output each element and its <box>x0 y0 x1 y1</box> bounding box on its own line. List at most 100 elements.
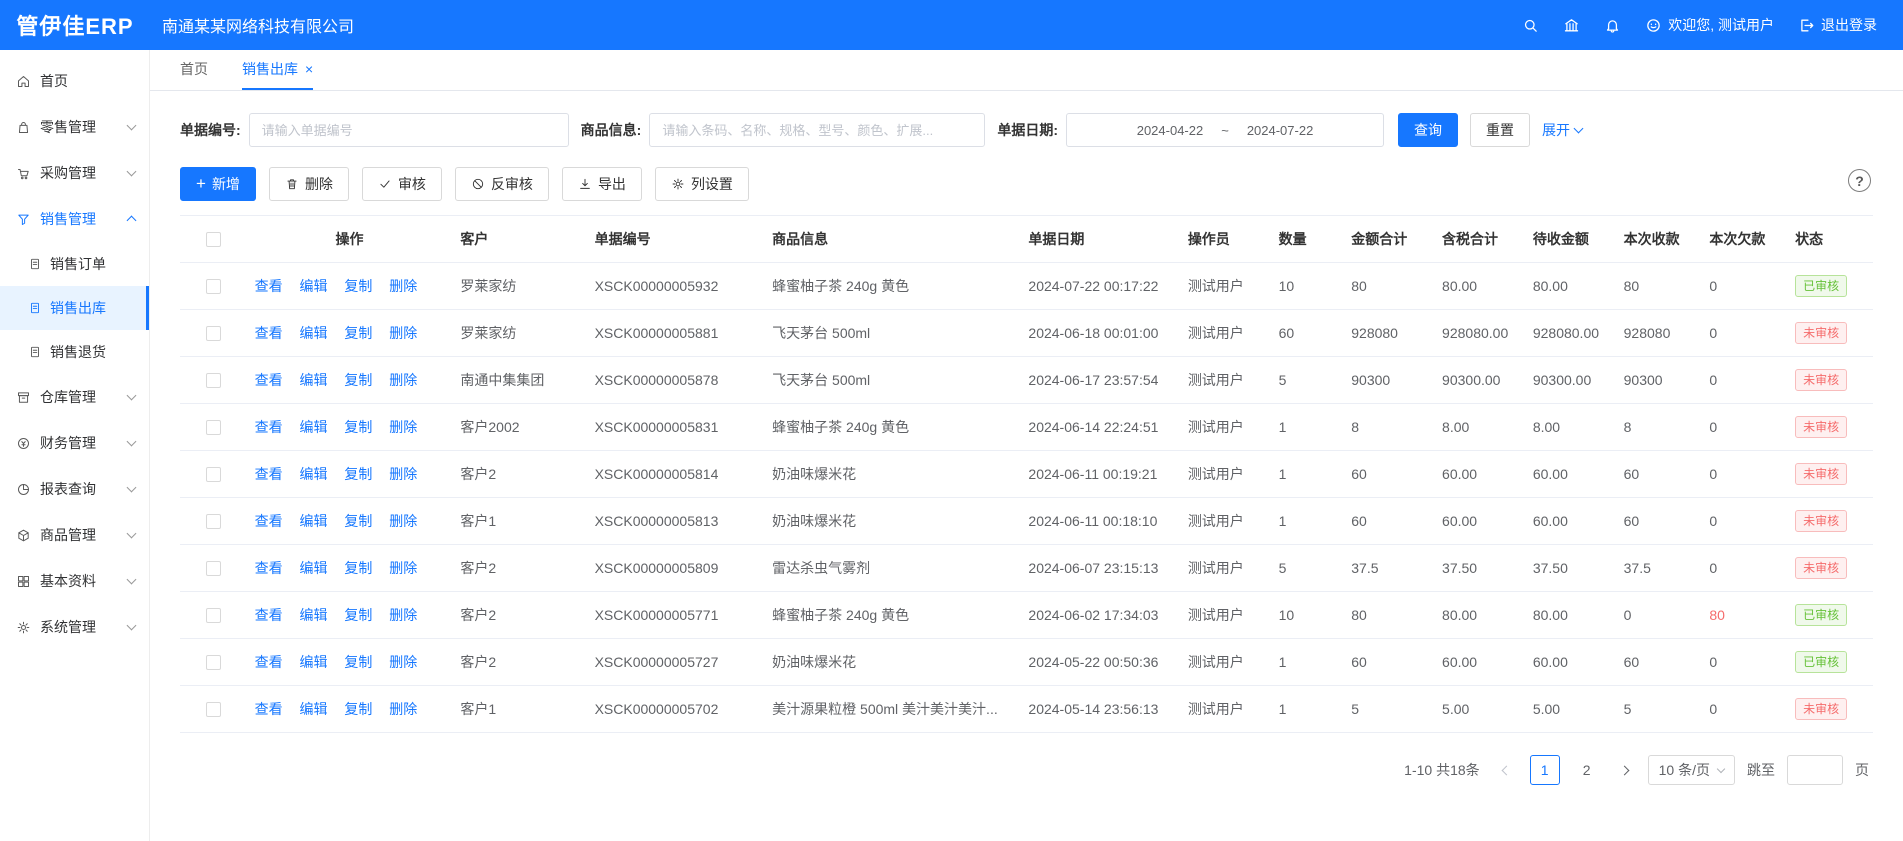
row-checkbox[interactable] <box>206 655 221 670</box>
column-settings-button[interactable]: 列设置 <box>655 167 749 201</box>
sidebar-item-purchase[interactable]: 采购管理 <box>0 150 149 196</box>
delete-link[interactable]: 删除 <box>389 560 417 576</box>
close-icon[interactable]: × <box>305 62 313 76</box>
delete-link[interactable]: 删除 <box>389 466 417 482</box>
copy-link[interactable]: 复制 <box>344 278 372 294</box>
date-start[interactable]: 2024-04-22 <box>1137 123 1204 138</box>
delete-link[interactable]: 删除 <box>389 513 417 529</box>
sidebar-item-home[interactable]: 首页 <box>0 58 149 104</box>
row-checkbox[interactable] <box>206 561 221 576</box>
copy-link[interactable]: 复制 <box>344 325 372 341</box>
delete-link[interactable]: 删除 <box>389 654 417 670</box>
delete-link[interactable]: 删除 <box>389 325 417 341</box>
copy-link[interactable]: 复制 <box>344 466 372 482</box>
logout-button[interactable]: 退出登录 <box>1798 15 1877 35</box>
edit-link[interactable]: 编辑 <box>299 372 327 388</box>
sidebar-item-warehouse[interactable]: 仓库管理 <box>0 374 149 420</box>
prev-page-button[interactable] <box>1496 755 1518 785</box>
row-checkbox[interactable] <box>206 279 221 294</box>
view-link[interactable]: 查看 <box>255 701 283 717</box>
operator-cell: 测试用户 <box>1180 357 1271 404</box>
copy-link[interactable]: 复制 <box>344 419 372 435</box>
home-icon <box>16 74 31 89</box>
sidebar-item-finance[interactable]: 财务管理 <box>0 420 149 466</box>
reset-button[interactable]: 重置 <box>1470 113 1530 147</box>
edit-link[interactable]: 编辑 <box>299 419 327 435</box>
bill-no-input[interactable] <box>249 113 569 147</box>
unaudit-button[interactable]: 反审核 <box>455 167 549 201</box>
delete-button[interactable]: 删除 <box>269 167 349 201</box>
copy-link[interactable]: 复制 <box>344 607 372 623</box>
edit-link[interactable]: 编辑 <box>299 654 327 670</box>
sidebar-item-reports[interactable]: 报表查询 <box>0 466 149 512</box>
notifications-icon[interactable] <box>1604 17 1621 34</box>
sidebar-item-sales-outbound[interactable]: 销售出库 <box>0 286 149 330</box>
edit-link[interactable]: 编辑 <box>299 325 327 341</box>
sidebar-item-sales-order[interactable]: 销售订单 <box>0 242 149 286</box>
edit-link[interactable]: 编辑 <box>299 278 327 294</box>
bill-date-cell: 2024-06-02 17:34:03 <box>1020 592 1179 639</box>
row-checkbox[interactable] <box>206 420 221 435</box>
view-link[interactable]: 查看 <box>255 372 283 388</box>
audit-button[interactable]: 审核 <box>362 167 442 201</box>
sidebar-item-retail[interactable]: 零售管理 <box>0 104 149 150</box>
date-end[interactable]: 2024-07-22 <box>1247 123 1314 138</box>
view-link[interactable]: 查看 <box>255 607 283 623</box>
view-link[interactable]: 查看 <box>255 278 283 294</box>
edit-link[interactable]: 编辑 <box>299 560 327 576</box>
delete-link[interactable]: 删除 <box>389 701 417 717</box>
view-link[interactable]: 查看 <box>255 560 283 576</box>
sidebar-item-system[interactable]: 系统管理 <box>0 604 149 650</box>
add-button[interactable]: + 新增 <box>180 167 256 201</box>
search-button[interactable]: 查询 <box>1398 113 1458 147</box>
export-button[interactable]: 导出 <box>562 167 642 201</box>
receivable-cell: 37.50 <box>1525 545 1616 592</box>
select-all-checkbox[interactable] <box>206 232 221 247</box>
search-icon[interactable] <box>1522 17 1539 34</box>
row-checkbox[interactable] <box>206 326 221 341</box>
page-button-1[interactable]: 1 <box>1530 755 1560 785</box>
row-checkbox[interactable] <box>206 608 221 623</box>
view-link[interactable]: 查看 <box>255 466 283 482</box>
page-button-2[interactable]: 2 <box>1572 755 1602 785</box>
user-menu[interactable]: 欢迎您, 测试用户 <box>1645 15 1774 35</box>
next-page-button[interactable] <box>1614 755 1636 785</box>
delete-link[interactable]: 删除 <box>389 607 417 623</box>
sidebar-item-goods[interactable]: 商品管理 <box>0 512 149 558</box>
product-info-input[interactable] <box>649 113 985 147</box>
home-shortcut-icon[interactable] <box>1563 17 1580 34</box>
customer-cell: 客户2002 <box>452 404 586 451</box>
date-range-picker[interactable]: 2024-04-22 ~ 2024-07-22 <box>1066 113 1384 147</box>
copy-link[interactable]: 复制 <box>344 372 372 388</box>
view-link[interactable]: 查看 <box>255 654 283 670</box>
page-size-select[interactable]: 10 条/页 <box>1648 755 1735 785</box>
delete-link[interactable]: 删除 <box>389 372 417 388</box>
expand-link[interactable]: 展开 <box>1542 120 1582 140</box>
edit-link[interactable]: 编辑 <box>299 466 327 482</box>
product-cell: 雷达杀虫气雾剂 <box>764 545 1020 592</box>
sidebar-item-basic-data[interactable]: 基本资料 <box>0 558 149 604</box>
view-link[interactable]: 查看 <box>255 513 283 529</box>
sidebar-item-sales[interactable]: 销售管理 <box>0 196 149 242</box>
copy-link[interactable]: 复制 <box>344 701 372 717</box>
copy-link[interactable]: 复制 <box>344 654 372 670</box>
customer-cell: 南通中集集团 <box>452 357 586 404</box>
jump-page-input[interactable] <box>1787 755 1843 785</box>
row-checkbox[interactable] <box>206 514 221 529</box>
row-checkbox[interactable] <box>206 373 221 388</box>
tab-sales-outbound[interactable]: 销售出库 × <box>242 50 313 90</box>
sidebar-item-sales-return[interactable]: 销售退货 <box>0 330 149 374</box>
tab-home[interactable]: 首页 <box>180 50 208 90</box>
edit-link[interactable]: 编辑 <box>299 513 327 529</box>
edit-link[interactable]: 编辑 <box>299 701 327 717</box>
edit-link[interactable]: 编辑 <box>299 607 327 623</box>
copy-link[interactable]: 复制 <box>344 560 372 576</box>
delete-link[interactable]: 删除 <box>389 278 417 294</box>
help-icon[interactable]: ? <box>1848 169 1871 192</box>
view-link[interactable]: 查看 <box>255 419 283 435</box>
view-link[interactable]: 查看 <box>255 325 283 341</box>
copy-link[interactable]: 复制 <box>344 513 372 529</box>
row-checkbox[interactable] <box>206 702 221 717</box>
delete-link[interactable]: 删除 <box>389 419 417 435</box>
row-checkbox[interactable] <box>206 467 221 482</box>
